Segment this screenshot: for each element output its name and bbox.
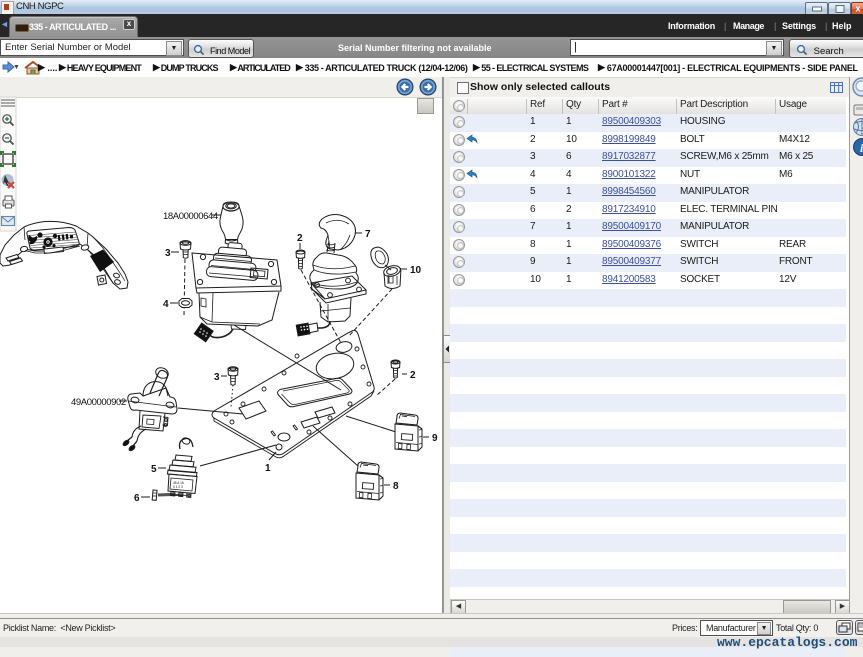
svg-text:3: 3 bbox=[165, 248, 171, 259]
svg-text:6: 6 bbox=[134, 493, 140, 504]
svg-text:1: 1 bbox=[265, 463, 271, 474]
svg-text:0 1 2 3: 0 1 2 3 bbox=[173, 485, 183, 489]
svg-text:8: 8 bbox=[393, 481, 399, 492]
svg-text:2: 2 bbox=[410, 370, 416, 381]
svg-text:4: 4 bbox=[163, 299, 169, 310]
svg-text:7: 7 bbox=[365, 229, 371, 240]
svg-text:18A00000644: 18A00000644 bbox=[163, 211, 218, 222]
svg-text:3: 3 bbox=[214, 372, 220, 383]
svg-text:2: 2 bbox=[297, 233, 303, 244]
svg-text:49A00000902: 49A00000902 bbox=[71, 397, 126, 408]
svg-text:9: 9 bbox=[432, 433, 438, 444]
svg-text:10: 10 bbox=[410, 265, 422, 276]
svg-text:5: 5 bbox=[151, 464, 157, 475]
